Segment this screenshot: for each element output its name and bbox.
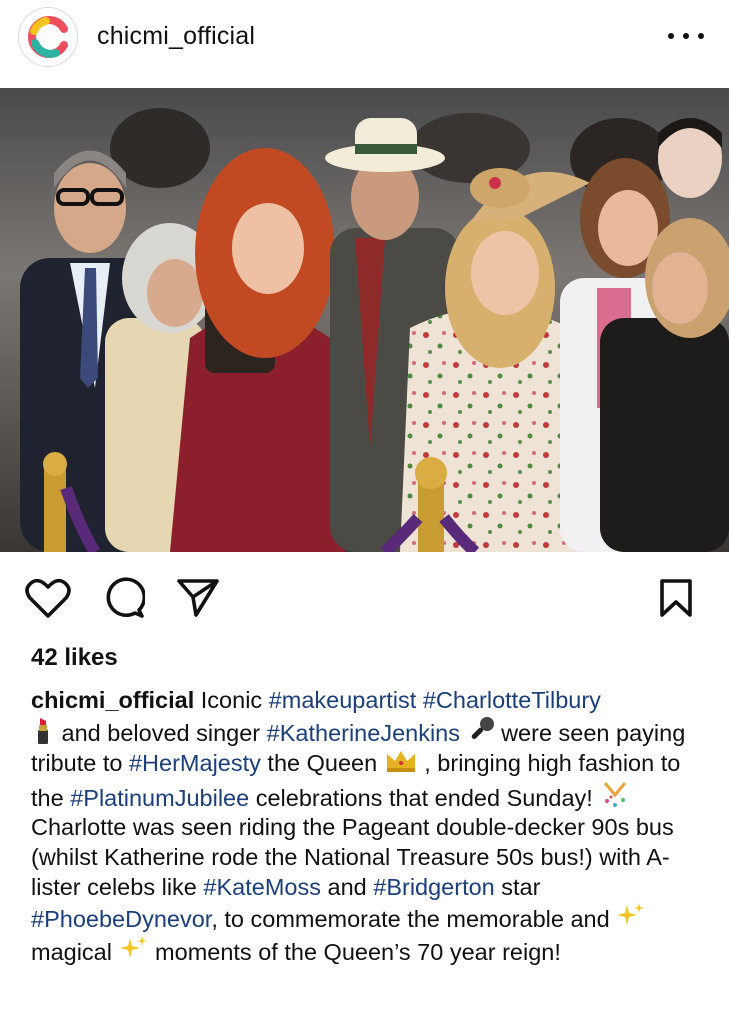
caption-text: celebrations that ended Sunday!	[249, 784, 600, 811]
crown-emoji	[386, 751, 415, 773]
photo-scene	[0, 88, 729, 552]
post-username[interactable]: chicmi_official	[97, 22, 255, 51]
post-actions	[0, 552, 729, 632]
caption-text: moments of the Queen’s 70 year reign!	[148, 938, 561, 965]
caption-text: the Queen	[260, 750, 384, 777]
hashtag-phoebedynevor[interactable]: #PhoebeDynevor	[31, 906, 211, 932]
caption-text: Iconic	[194, 687, 269, 713]
caption-text: star	[494, 873, 541, 900]
likes-count[interactable]: 42 likes	[31, 644, 118, 672]
ellipsis-icon[interactable]	[668, 28, 704, 44]
paper-plane-icon[interactable]	[174, 574, 222, 622]
confetti-emoji	[604, 781, 627, 807]
hashtag-hermajesty[interactable]: #HerMajesty	[129, 750, 261, 776]
lipstick-emoji	[38, 717, 48, 744]
caption-text: and	[320, 873, 374, 900]
hashtag-katherinejenkins[interactable]: #KatherineJenkins	[267, 720, 460, 746]
hashtag-makeupartist[interactable]: #makeupartist	[269, 687, 417, 713]
chicmi-logo-icon	[28, 16, 68, 58]
hashtag-katemoss[interactable]: #KateMoss	[203, 874, 321, 900]
hashtag-platinumjubilee[interactable]: #PlatinumJubilee	[70, 785, 249, 811]
profile-avatar[interactable]	[18, 7, 78, 67]
post-caption: chicmi_official Iconic #makeupartist #Ch…	[31, 686, 711, 967]
caption-username[interactable]: chicmi_official	[31, 687, 194, 713]
sparkles-emoji	[119, 935, 147, 958]
bookmark-icon[interactable]	[652, 574, 700, 622]
post-image[interactable]	[0, 88, 729, 552]
post-header: chicmi_official	[0, 0, 729, 88]
caption-text: and beloved singer	[55, 719, 267, 746]
hashtag-bridgerton[interactable]: #Bridgerton	[373, 874, 495, 900]
heart-icon[interactable]	[24, 574, 72, 622]
hashtag-charlottetilbury[interactable]: #CharlotteTilbury	[423, 687, 601, 713]
caption-text: , to commemorate the memorable and	[211, 906, 617, 933]
sparkles-emoji	[617, 903, 645, 926]
comment-bubble-icon[interactable]	[100, 574, 148, 622]
microphone-emoji	[471, 716, 494, 739]
caption-text: magical	[31, 938, 119, 965]
